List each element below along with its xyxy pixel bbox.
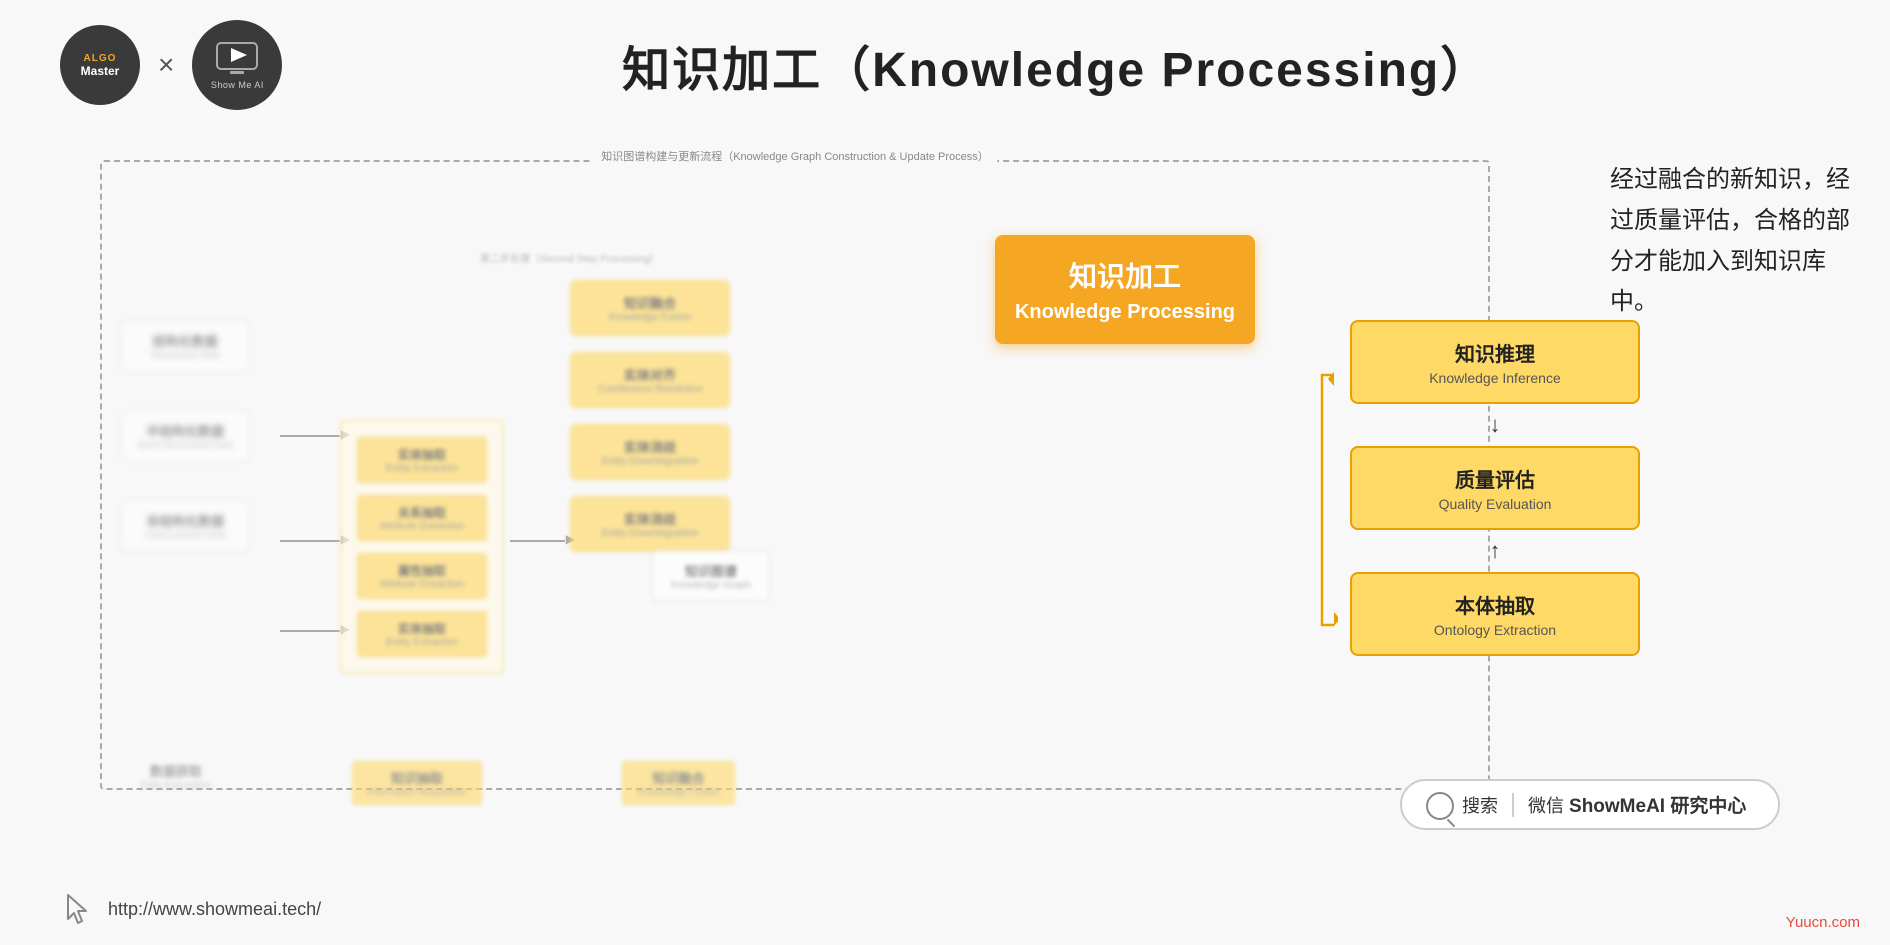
bottom-2-cn: 知识抽取 <box>367 768 468 787</box>
bottom-1-en: Data Acquisition <box>140 780 212 791</box>
watermark-text: Yuucn.com <box>1786 914 1860 931</box>
search-wechat-label: 微信 <box>1528 796 1564 816</box>
arrow-4 <box>510 540 565 542</box>
arrow-down-1: ↓ <box>1350 404 1640 446</box>
search-text-label: 搜索 <box>1462 792 1498 818</box>
bottom-3-en: Knowledge Fusion <box>637 787 719 798</box>
master-text: Master <box>81 64 120 78</box>
semi-en: Semi-Structured Data <box>137 440 233 451</box>
logo-area: ALGO Master × Show Me AI <box>60 20 282 110</box>
description-content: 经过融合的新知识，经过质量评估，合格的部分才能加入到知识库中。 <box>1610 166 1850 315</box>
data-sources-area: 结构化数据 Structured Data 半结构化数据 Semi-Struct… <box>120 320 250 552</box>
attr-extract-box: 属性抽取 Attribute Extraction <box>357 553 487 599</box>
extraction-area: 实体抽取 Entity Extraction 关系抽取 Attribute Ex… <box>340 420 504 674</box>
kp-cn-title: 知识加工 <box>1011 255 1239 295</box>
inference-cn: 知识推理 <box>1370 338 1620 367</box>
semi-cn: 半结构化数据 <box>137 421 233 440</box>
quality-en: Quality Evaluation <box>1370 496 1620 512</box>
page-title: 知识加工（Knowledge Processing） <box>282 30 1830 100</box>
bottom-2-en: Information Acquisition <box>367 787 468 798</box>
ontology-extraction-box: 本体抽取 Ontology Extraction <box>1350 572 1640 656</box>
bottom-boxes-row: 数据获取 Data Acquisition 知识抽取 Information A… <box>140 761 735 805</box>
search-bar[interactable]: 搜索 微信 ShowMeAI 研究中心 <box>1400 779 1780 830</box>
kg-box-inner: 知识图谱 Knowledge Graph <box>652 550 770 602</box>
knowledge-fusion-box: 知识融合 Knowledge Fusion <box>570 280 730 336</box>
search-brand-name: ShowMeAI 研究中心 <box>1569 796 1746 817</box>
entity-extract-box-2: 实体抽取 Entity Extraction <box>357 611 487 657</box>
search-brand-label: 微信 ShowMeAI 研究中心 <box>1528 791 1746 818</box>
showme-logo-inner: Show Me AI <box>211 40 264 90</box>
arrow-2 <box>280 540 340 542</box>
description-text: 经过融合的新知识，经过质量评估，合格的部分才能加入到知识库中。 <box>1610 160 1870 323</box>
footer: http://www.showmeai.tech/ <box>60 891 321 927</box>
kp-highlight-box: 知识加工 Knowledge Processing <box>995 235 1255 344</box>
structured-cn: 结构化数据 <box>137 331 233 350</box>
kg-box-en: Knowledge Graph <box>671 580 751 591</box>
kg-subtitle: 第二步处理（Second Step Processing） <box>480 250 660 265</box>
kg-box-cn: 知识图谱 <box>671 561 751 580</box>
footer-url: http://www.showmeai.tech/ <box>108 899 321 920</box>
search-divider <box>1512 793 1514 817</box>
bottom-item-2: 知识抽取 Information Acquisition <box>352 761 483 805</box>
quality-evaluation-box: 质量评估 Quality Evaluation <box>1350 446 1640 530</box>
arrow-3 <box>280 630 340 632</box>
kp-en-title: Knowledge Processing <box>1011 301 1239 324</box>
header: ALGO Master × Show Me AI 知识加工（Knowle <box>0 0 1890 130</box>
algo-master-logo: ALGO Master <box>60 25 140 105</box>
yuucn-watermark: Yuucn.com <box>1786 914 1860 931</box>
arrow-1 <box>280 435 340 437</box>
entity-disambig-box-2: 实体消歧 Entity Disambiguation <box>570 496 730 552</box>
bottom-2-orange: 知识抽取 Information Acquisition <box>352 761 483 805</box>
bottom-3-orange: 知识融合 Knowledge Fusion <box>622 761 734 805</box>
bottom-3-cn: 知识融合 <box>637 768 719 787</box>
entity-align-box: 实体对齐 Coreference Resolution <box>570 352 730 408</box>
search-icon <box>1426 792 1454 820</box>
entity-disambig-box: 实体消歧 Entity Disambiguation <box>570 424 730 480</box>
monitor-icon <box>214 40 260 78</box>
unstruct-en: Unstructured Data <box>137 530 233 541</box>
left-bracket <box>1314 370 1338 635</box>
sub-boxes-container: 知识推理 Knowledge Inference ↓ 质量评估 Quality … <box>1350 320 1640 656</box>
data-source-semi: 半结构化数据 Semi-Structured Data <box>120 410 250 462</box>
showme-logo: Show Me AI <box>192 20 282 110</box>
knowledge-inference-box: 知识推理 Knowledge Inference <box>1350 320 1640 404</box>
x-separator: × <box>158 49 174 81</box>
showme-ai-text: Show Me AI <box>211 80 264 90</box>
bottom-item-3: 知识融合 Knowledge Fusion <box>622 761 734 805</box>
bottom-item-1: 数据获取 Data Acquisition <box>140 761 212 805</box>
algo-text: ALGO <box>84 53 117 64</box>
data-source-structured: 结构化数据 Structured Data <box>120 320 250 372</box>
arrow-up-1: ↑ <box>1350 530 1640 572</box>
bottom-1-cn: 数据获取 <box>140 761 212 780</box>
page-container: ALGO Master × Show Me AI 知识加工（Knowle <box>0 0 1890 945</box>
inference-en: Knowledge Inference <box>1370 370 1620 386</box>
search-icon-wrapper <box>1426 792 1452 818</box>
kg-right-box: 知识图谱 Knowledge Graph <box>652 550 770 602</box>
middle-processing: 知识融合 Knowledge Fusion 实体对齐 Coreference R… <box>570 280 730 552</box>
entity-extract-box: 实体抽取 Entity Extraction <box>357 437 487 483</box>
relation-extract-box: 关系抽取 Attribute Extraction <box>357 495 487 541</box>
knowledge-processing-main-box: 知识加工 Knowledge Processing <box>995 215 1255 344</box>
bracket-svg <box>1314 370 1338 630</box>
structured-en: Structured Data <box>137 350 233 361</box>
unstruct-cn: 非结构化数据 <box>137 511 233 530</box>
ontology-cn: 本体抽取 <box>1370 590 1620 619</box>
ontology-en: Ontology Extraction <box>1370 622 1620 638</box>
quality-cn: 质量评估 <box>1370 464 1620 493</box>
data-source-unstructured: 非结构化数据 Unstructured Data <box>120 500 250 552</box>
diagram-area: 知识图谱构建与更新流程（Knowledge Graph Construction… <box>0 120 1890 880</box>
cursor-icon <box>60 891 96 927</box>
